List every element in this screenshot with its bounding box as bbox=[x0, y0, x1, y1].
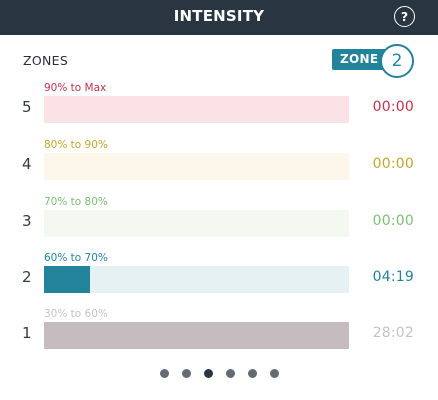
zone-number: 2 bbox=[22, 268, 32, 286]
zone-row-4: 80% to 90% 4 00:00 bbox=[0, 139, 438, 195]
zone-number: 3 bbox=[22, 212, 32, 230]
zone-bar bbox=[44, 153, 349, 180]
page-dot[interactable] bbox=[181, 369, 191, 378]
zone-number: 4 bbox=[22, 155, 32, 173]
zone-number: 5 bbox=[22, 98, 32, 116]
page-indicator[interactable] bbox=[0, 369, 438, 381]
zone-bar bbox=[44, 322, 349, 349]
page-dot[interactable] bbox=[225, 369, 235, 378]
zone-range: 30% to 60% bbox=[44, 308, 108, 320]
zone-range: 60% to 70% bbox=[44, 252, 108, 264]
page-title: INTENSITY bbox=[173, 7, 265, 25]
page-dot[interactable] bbox=[159, 369, 169, 378]
zone-bar bbox=[44, 266, 349, 293]
current-zone-badge: ZONE 2 bbox=[332, 44, 414, 78]
zone-bar bbox=[44, 210, 349, 237]
zone-number: 1 bbox=[22, 324, 32, 342]
zone-range: 90% to Max bbox=[44, 82, 107, 94]
zone-badge-label: ZONE bbox=[340, 52, 379, 66]
zone-bar bbox=[44, 96, 349, 123]
zone-row-1: 30% to 60% 1 28:02 bbox=[0, 308, 438, 364]
zone-range: 70% to 80% bbox=[44, 196, 108, 208]
zone-time: 00:00 bbox=[372, 213, 414, 229]
zone-range: 80% to 90% bbox=[44, 139, 108, 151]
zone-time: 00:00 bbox=[372, 99, 414, 115]
zone-badge-value: 2 bbox=[380, 44, 414, 78]
zone-bar-fill bbox=[44, 322, 349, 349]
page-dot[interactable] bbox=[269, 369, 279, 378]
help-icon[interactable]: ? bbox=[394, 6, 415, 27]
zone-row-5: 90% to Max 5 00:00 bbox=[0, 82, 438, 138]
zone-time: 28:02 bbox=[372, 325, 414, 341]
header-bar: INTENSITY ? bbox=[0, 0, 438, 35]
zone-time: 04:19 bbox=[372, 269, 414, 285]
page-dot[interactable] bbox=[203, 369, 213, 378]
zone-row-3: 70% to 80% 3 00:00 bbox=[0, 196, 438, 252]
zones-label: ZONES bbox=[23, 53, 69, 68]
zone-bar-fill bbox=[44, 266, 90, 293]
zone-time: 00:00 bbox=[372, 156, 414, 172]
page-dot[interactable] bbox=[247, 369, 257, 378]
zone-row-2: 60% to 70% 2 04:19 bbox=[0, 252, 438, 308]
